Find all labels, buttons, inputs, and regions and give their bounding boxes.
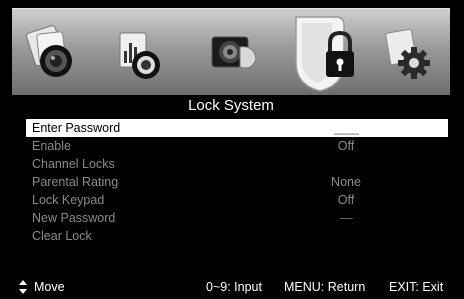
osd-screen: Lock System Enter Password ____ Enable O… [0,0,464,299]
menu-item-label: New Password [32,211,116,225]
setup-icon[interactable] [380,23,436,83]
password-input[interactable]: ____ [326,119,366,137]
menu-item-label: Parental Rating [32,175,119,189]
menu-return-hint: MENU: Return [284,280,366,294]
menu-item-parental-rating[interactable]: Parental Rating None [26,173,448,191]
input-hint: 0~9: Input [206,280,262,294]
footer-hint-bar: Move 0~9: Input MENU: Return EXIT: Exit [0,277,464,297]
menu-item-clear-lock[interactable]: Clear Lock [26,227,448,245]
picture-icon[interactable] [24,23,80,83]
menu-item-enable[interactable]: Enable Off [26,137,448,155]
move-hint: Move [34,280,65,294]
menu-item-channel-locks[interactable]: Channel Locks [26,155,448,173]
page-title: Lock System [188,97,274,114]
menu-item-new-password[interactable]: New Password ---- [26,209,448,227]
new-password-input[interactable]: ---- [326,209,366,227]
exit-hint: EXIT: Exit [389,280,444,294]
sound-icon[interactable] [112,23,168,83]
channel-icon[interactable] [206,23,262,83]
menu-item-value: None [331,175,361,189]
menu-item-label: Enter Password [32,121,121,135]
up-down-arrow-icon [19,280,27,294]
menu-item-label: Lock Keypad [32,193,105,207]
menu-icon-bar [12,8,450,95]
lock-icon[interactable] [288,11,364,95]
menu-item-enter-password[interactable]: Enter Password ____ [26,119,448,137]
menu-item-label: Enable [32,139,71,153]
menu-item-lock-keypad[interactable]: Lock Keypad Off [26,191,448,209]
menu-item-value: Off [337,193,355,207]
menu-item-label: Clear Lock [32,229,92,243]
menu-item-label: Channel Locks [32,157,115,171]
menu-item-value: Off [337,139,355,153]
